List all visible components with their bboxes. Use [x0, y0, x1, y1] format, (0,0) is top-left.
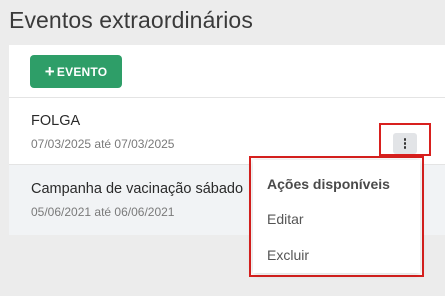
kebab-dot [403, 142, 407, 145]
kebab-menu-icon[interactable] [393, 133, 417, 154]
add-event-button[interactable]: + EVENTO [30, 55, 122, 88]
kebab-dot [403, 146, 407, 149]
event-name: FOLGA [31, 113, 81, 129]
actions-menu: Ações disponíveis Editar Excluir [253, 160, 420, 273]
add-event-label: EVENTO [56, 64, 108, 79]
events-screen: Eventos extraordinários + EVENTO FOLGA 0… [0, 0, 445, 296]
actions-menu-highlight: Ações disponíveis Editar Excluir [249, 156, 424, 277]
event-name: Campanha de vacinação sábado [31, 181, 244, 197]
kebab-dot [403, 138, 407, 141]
edit-menu-item[interactable]: Editar [253, 204, 420, 234]
event-dates: 05/06/2021 até 06/06/2021 [31, 205, 175, 219]
toolbar: + EVENTO [9, 45, 445, 97]
delete-menu-item[interactable]: Excluir [253, 240, 420, 270]
page-title: Eventos extraordinários [9, 7, 253, 33]
actions-menu-header: Ações disponíveis [267, 176, 390, 192]
event-dates: 07/03/2025 até 07/03/2025 [31, 137, 175, 151]
plus-icon: + [44, 62, 55, 81]
